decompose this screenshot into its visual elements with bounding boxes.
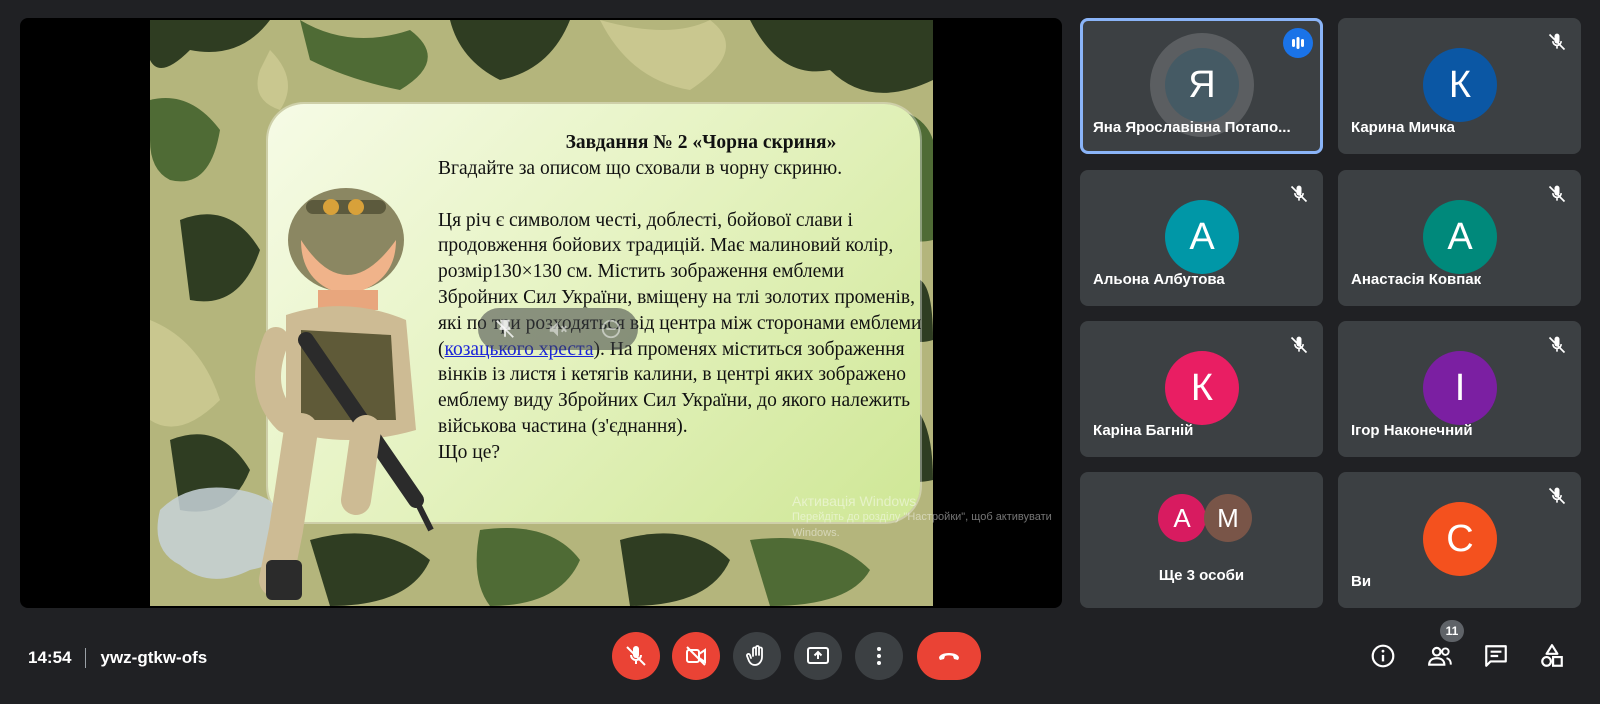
avatar: А — [1158, 494, 1206, 542]
participant-tile-you[interactable]: С Ви — [1338, 472, 1581, 608]
soldier-illustration — [255, 188, 434, 600]
participant-name: Каріна Багній — [1093, 422, 1194, 439]
avatar: К — [1165, 351, 1239, 425]
more-options-icon — [877, 647, 881, 665]
avatar: А — [1423, 200, 1497, 274]
avatar: І — [1423, 351, 1497, 425]
present-screen-icon — [807, 647, 829, 664]
bottom-bar: 14:54 ywz-gtkw-ofs 11 — [0, 620, 1600, 704]
present-screen-button[interactable] — [794, 632, 842, 680]
avatar: К — [1423, 48, 1497, 122]
participants-count-badge: 11 — [1440, 620, 1464, 642]
presentation-view[interactable]: Завдання № 2 «Чорна скриня» Вгадайте за … — [20, 18, 1062, 608]
speaking-indicator-icon — [1283, 28, 1313, 58]
meeting-info: 14:54 ywz-gtkw-ofs — [28, 648, 207, 668]
slide-title: Завдання № 2 «Чорна скриня» — [565, 132, 837, 153]
participant-name: Карина Мичка — [1351, 119, 1455, 136]
volume-off-icon[interactable] — [547, 318, 569, 340]
meeting-details-button[interactable] — [1367, 640, 1399, 672]
pin-off-icon[interactable] — [494, 318, 516, 340]
mic-off-icon — [1290, 336, 1308, 354]
chat-icon — [1485, 645, 1507, 667]
participant-tile-yana[interactable]: Я Яна Ярославівна Потапо... — [1080, 18, 1323, 154]
people-icon — [1428, 646, 1452, 666]
mic-toggle-button[interactable] — [612, 632, 660, 680]
remove-icon[interactable] — [600, 318, 622, 340]
participant-tile-ihor[interactable]: І Ігор Наконечний — [1338, 321, 1581, 457]
slide-question: Що це? — [438, 441, 501, 463]
participant-name: Ви — [1351, 573, 1372, 590]
info-icon — [1371, 644, 1395, 668]
presentation-overlay-controls — [478, 308, 638, 350]
meeting-code[interactable]: ywz-gtkw-ofs — [100, 648, 207, 668]
participant-tile-anastasiia[interactable]: А Анастасія Ковпак — [1338, 170, 1581, 306]
participant-tile-karina[interactable]: К Каріна Багній — [1080, 321, 1323, 457]
participant-name: Анастасія Ковпак — [1351, 271, 1482, 288]
slide-subtitle: Вгадайте за описом що сховали в чорну ск… — [438, 157, 843, 179]
slide-text: Завдання № 2 «Чорна скриня» Вгадайте за … — [438, 130, 928, 466]
raise-hand-button[interactable] — [733, 632, 781, 680]
divider — [85, 648, 87, 668]
hang-up-icon — [939, 653, 959, 660]
mic-off-icon — [1548, 487, 1566, 505]
more-options-button[interactable] — [855, 632, 903, 680]
participant-name: Яна Ярославівна Потапо... — [1093, 119, 1291, 136]
participant-name: Ігор Наконечний — [1351, 422, 1473, 439]
participant-name: Альона Албутова — [1093, 271, 1225, 288]
clock: 14:54 — [28, 648, 72, 667]
participant-tile-alona[interactable]: А Альона Албутова — [1080, 170, 1323, 306]
avatar: С — [1423, 502, 1497, 576]
avatar: М — [1204, 494, 1252, 542]
mic-off-icon — [1290, 185, 1308, 203]
mic-off-icon — [1548, 33, 1566, 51]
mic-off-icon — [1548, 336, 1566, 354]
people-button[interactable] — [1424, 640, 1456, 672]
camera-toggle-button[interactable] — [672, 632, 720, 680]
windows-activation-watermark: Активація Windows Перейдіть до розділу "… — [792, 493, 1062, 541]
camera-off-icon — [686, 646, 706, 666]
watermark-text: Перейдіть до розділу "Настройки", щоб ак… — [792, 511, 1052, 539]
more-participants-tile[interactable]: А М Ще 3 особи — [1080, 472, 1323, 608]
raise-hand-icon — [746, 645, 763, 666]
avatar: Я — [1165, 48, 1239, 122]
more-participants-label: Ще 3 особи — [1158, 567, 1245, 584]
activities-button[interactable] — [1536, 640, 1568, 672]
activities-icon — [1541, 644, 1563, 667]
mic-off-icon — [1548, 185, 1566, 203]
participant-tile-karyna[interactable]: К Карина Мичка — [1338, 18, 1581, 154]
leave-call-button[interactable] — [917, 632, 981, 680]
mic-off-icon — [626, 646, 646, 666]
watermark-title: Активація Windows — [792, 493, 917, 509]
chat-button[interactable] — [1480, 640, 1512, 672]
avatar: А — [1165, 200, 1239, 274]
